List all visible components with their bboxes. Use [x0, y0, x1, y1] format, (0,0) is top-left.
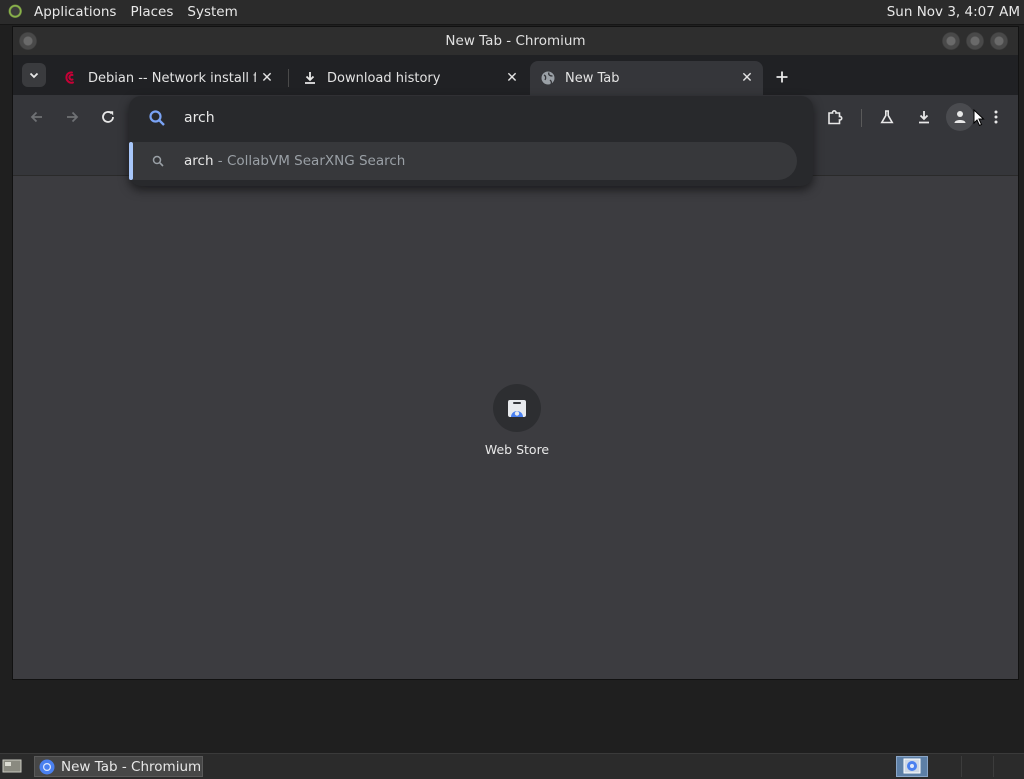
back-button[interactable]	[25, 105, 49, 129]
taskbar-window-label: New Tab - Chromium	[61, 758, 202, 775]
chromium-icon	[903, 758, 921, 774]
close-icon[interactable]: ✕	[739, 70, 755, 86]
omnibox-suggestion[interactable]: arch - CollabVM SearXNG Search	[129, 142, 797, 180]
panel-clock[interactable]: Sun Nov 3, 4:07 AM	[887, 4, 1020, 20]
shortcut-tile[interactable]	[493, 384, 541, 432]
suggestion-query: arch	[184, 153, 214, 169]
menu-places[interactable]: Places	[123, 4, 180, 20]
search-icon	[149, 110, 165, 126]
flask-icon	[880, 110, 894, 124]
distro-logo-icon[interactable]	[8, 4, 24, 20]
tab-new-tab[interactable]: New Tab ✕	[530, 61, 763, 95]
workspace-1[interactable]	[896, 756, 928, 777]
web-store-icon	[508, 400, 526, 417]
taskbar: New Tab - Chromium	[0, 753, 1024, 779]
close-icon[interactable]: ✕	[259, 70, 275, 86]
search-icon	[152, 155, 164, 167]
window-titlebar[interactable]: New Tab - Chromium	[13, 27, 1018, 55]
new-tab-page: Web Store	[13, 176, 1018, 679]
new-tab-button[interactable]	[770, 65, 794, 89]
labs-button[interactable]	[875, 105, 899, 129]
reload-button[interactable]	[96, 105, 120, 129]
person-icon	[954, 111, 966, 123]
arrow-left-icon	[30, 111, 42, 123]
omnibox-row[interactable]	[129, 96, 813, 140]
chevron-down-icon	[29, 72, 39, 79]
window-menu-button[interactable]	[19, 32, 37, 50]
tab-label: New Tab	[565, 70, 620, 86]
close-icon[interactable]: ✕	[504, 70, 520, 86]
workspace-4[interactable]	[994, 756, 1024, 777]
puzzle-icon	[828, 110, 843, 125]
download-icon	[305, 72, 315, 84]
reload-icon	[102, 111, 114, 123]
tab-debian[interactable]: Debian -- Network install fro ✕	[53, 61, 283, 95]
downloads-button[interactable]	[912, 105, 936, 129]
taskbar-window-button[interactable]: New Tab - Chromium	[34, 756, 203, 777]
tab-strip: Debian -- Network install fro ✕ Download…	[13, 55, 1018, 95]
workspace-2[interactable]	[930, 756, 962, 777]
download-icon	[919, 111, 929, 124]
suggestion-selected-indicator	[129, 142, 133, 180]
debian-icon	[65, 71, 74, 84]
more-vertical-icon	[994, 110, 998, 124]
omnibox-popup: arch - CollabVM SearXNG Search	[129, 96, 813, 186]
suggestion-text: arch - CollabVM SearXNG Search	[184, 153, 405, 169]
tab-label: Debian -- Network install fro	[88, 70, 256, 86]
workspace-3[interactable]	[962, 756, 994, 777]
tab-separator	[288, 69, 289, 87]
mouse-cursor-icon	[973, 109, 985, 127]
toolbar-divider	[861, 109, 862, 127]
menu-system[interactable]: System	[180, 4, 244, 20]
plus-icon	[776, 71, 788, 83]
globe-icon	[541, 71, 555, 85]
arrow-right-icon	[67, 111, 79, 123]
tab-label: Download history	[327, 70, 441, 86]
window-title: New Tab - Chromium	[445, 33, 586, 49]
suggestion-description: - CollabVM SearXNG Search	[213, 153, 406, 169]
address-bar-input[interactable]	[184, 108, 744, 128]
chromium-icon	[39, 759, 55, 774]
menu-button[interactable]	[984, 105, 1008, 129]
forward-button[interactable]	[60, 105, 84, 129]
shortcut-label: Web Store	[484, 442, 550, 457]
tab-search-button[interactable]	[22, 63, 46, 87]
extensions-button[interactable]	[823, 105, 847, 129]
minimize-button[interactable]	[942, 32, 960, 50]
maximize-button[interactable]	[966, 32, 984, 50]
show-desktop-icon[interactable]	[2, 758, 22, 774]
shortcut-web-store[interactable]: Web Store	[473, 384, 561, 457]
profile-button[interactable]	[946, 103, 974, 131]
tab-download-history[interactable]: Download history ✕	[292, 61, 528, 95]
top-panel: Applications Places System Sun Nov 3, 4:…	[0, 0, 1024, 25]
close-window-button[interactable]	[990, 32, 1008, 50]
menu-applications[interactable]: Applications	[27, 4, 123, 20]
